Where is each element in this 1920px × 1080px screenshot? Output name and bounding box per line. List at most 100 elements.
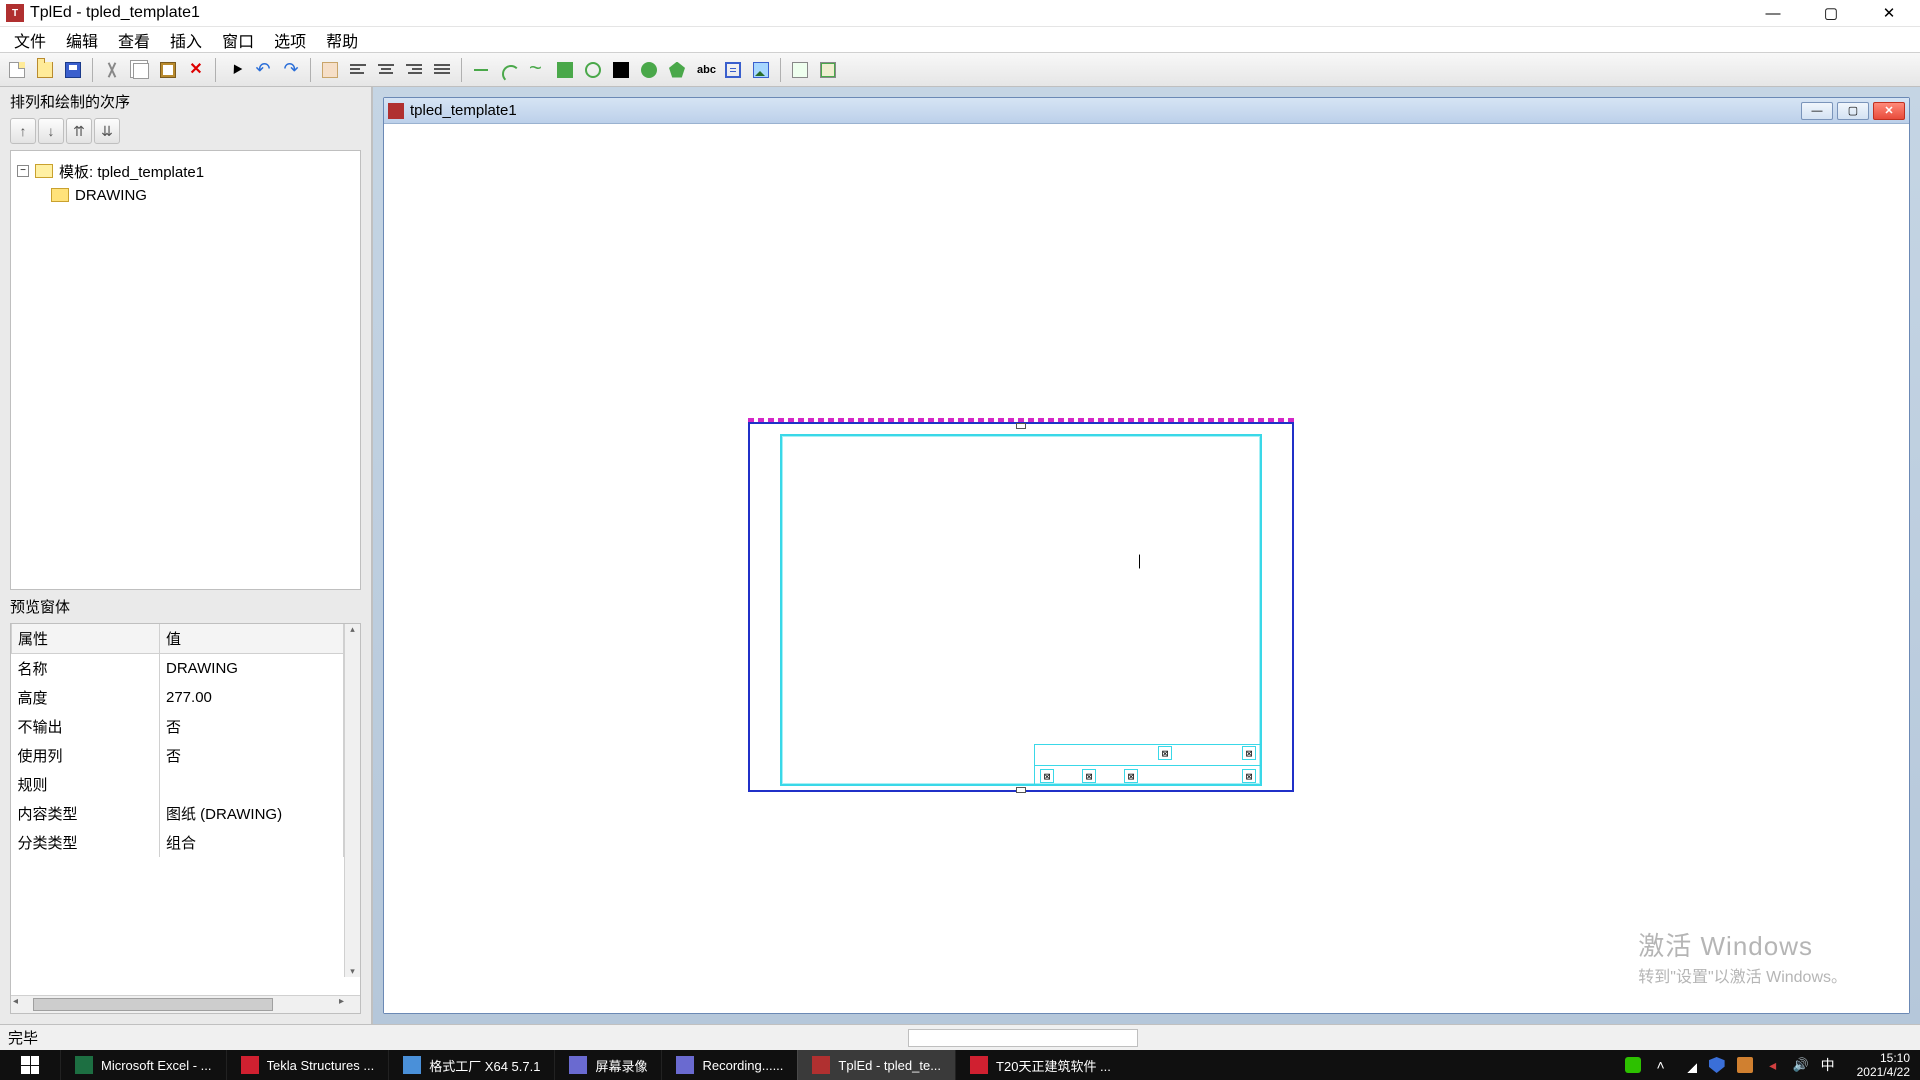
folder-open-icon xyxy=(35,164,53,178)
ime-indicator[interactable]: 中 xyxy=(1821,1055,1835,1075)
taskbar-clock[interactable]: 15:10 2021/4/22 xyxy=(1847,1051,1910,1079)
filled-circle-button[interactable] xyxy=(636,57,662,83)
separator xyxy=(92,58,93,82)
copy-button[interactable] xyxy=(127,57,153,83)
taskbar-item[interactable]: Microsoft Excel - ... xyxy=(60,1050,226,1080)
tree-root[interactable]: − 模板: tpled_template1 xyxy=(17,159,354,183)
volume-icon[interactable]: 🔊 xyxy=(1793,1057,1809,1073)
property-row[interactable]: 不输出否 xyxy=(12,712,344,741)
save-button[interactable] xyxy=(60,57,86,83)
property-row[interactable]: 规则 xyxy=(12,770,344,799)
tray-icon[interactable] xyxy=(1737,1057,1753,1073)
delete-button[interactable]: ✕ xyxy=(183,57,209,83)
move-up-button[interactable]: ↑ xyxy=(10,118,36,144)
tree-child[interactable]: DRAWING xyxy=(17,183,354,207)
new-button[interactable] xyxy=(4,57,30,83)
drawing-canvas[interactable]: ⊠ ⊠ ⊠ ⊠ ⊠ ⊠ 激活 Windows 转到"设置"以激活 Windows… xyxy=(384,124,1909,1013)
polygon-button[interactable] xyxy=(664,57,690,83)
title-block[interactable]: ⊠ ⊠ ⊠ ⊠ ⊠ ⊠ xyxy=(1034,744,1262,786)
select-button[interactable] xyxy=(222,57,248,83)
start-button[interactable] xyxy=(0,1050,60,1080)
maximize-button[interactable]: ▢ xyxy=(1802,1,1860,25)
tb-field[interactable]: ⊠ xyxy=(1242,746,1256,760)
drawing-frame[interactable]: ⊠ ⊠ ⊠ ⊠ ⊠ ⊠ xyxy=(748,422,1294,792)
property-row[interactable]: 使用列否 xyxy=(12,741,344,770)
menu-insert[interactable]: 插入 xyxy=(160,25,212,55)
circle-button[interactable] xyxy=(580,57,606,83)
defender-icon[interactable] xyxy=(1709,1057,1725,1073)
picture-button[interactable] xyxy=(748,57,774,83)
property-value: 否 xyxy=(160,741,344,770)
grid-button[interactable] xyxy=(317,57,343,83)
tree-toggle-icon[interactable]: − xyxy=(17,165,29,177)
taskbar-item[interactable]: 屏幕录像 xyxy=(554,1050,661,1080)
taskbar-app-icon xyxy=(812,1056,830,1074)
curve-button[interactable] xyxy=(524,57,550,83)
field-button[interactable] xyxy=(720,57,746,83)
taskbar-item[interactable]: TplEd - tpled_te... xyxy=(797,1050,955,1080)
menu-file[interactable]: 文件 xyxy=(4,25,56,55)
align-justify-button[interactable] xyxy=(429,57,455,83)
align-center-button[interactable] xyxy=(373,57,399,83)
paste-button[interactable] xyxy=(155,57,181,83)
preview-panel-title: 预览窗体 xyxy=(0,590,371,623)
taskbar-item-label: TplEd - tpled_te... xyxy=(838,1058,941,1073)
taskbar-item[interactable]: T20天正建筑软件 ... xyxy=(955,1050,1125,1080)
minimize-button[interactable]: ― xyxy=(1744,1,1802,25)
tray-up-icon[interactable]: ˄ xyxy=(1653,1057,1669,1073)
taskbar-item[interactable]: Recording...... xyxy=(661,1050,797,1080)
props-vertical-scrollbar[interactable] xyxy=(344,624,360,977)
props-horizontal-scrollbar[interactable] xyxy=(11,995,360,1013)
mdi-close-button[interactable]: ✕ xyxy=(1873,102,1905,120)
tb-field[interactable]: ⊠ xyxy=(1158,746,1172,760)
move-top-button[interactable]: ⇈ xyxy=(66,118,92,144)
property-row[interactable]: 内容类型图纸 (DRAWING) xyxy=(12,799,344,828)
mdi-minimize-button[interactable]: ― xyxy=(1801,102,1833,120)
tray-icon[interactable]: ◂ xyxy=(1765,1057,1781,1073)
save-icon xyxy=(65,62,81,78)
tb-field[interactable]: ⊠ xyxy=(1124,769,1138,783)
statusbar: 完毕 xyxy=(0,1024,1920,1050)
network-icon[interactable] xyxy=(1681,1057,1697,1073)
move-down-button[interactable]: ↓ xyxy=(38,118,64,144)
undo-button[interactable]: ↶ xyxy=(250,57,276,83)
property-row[interactable]: 名称DRAWING xyxy=(12,654,344,684)
line-button[interactable] xyxy=(468,57,494,83)
taskbar-item[interactable]: Tekla Structures ... xyxy=(226,1050,389,1080)
align-right-button[interactable] xyxy=(401,57,427,83)
property-row[interactable]: 高度277.00 xyxy=(12,683,344,712)
object-field2-button[interactable] xyxy=(815,57,841,83)
resize-handle-top[interactable] xyxy=(1016,423,1026,429)
menu-help[interactable]: 帮助 xyxy=(316,25,368,55)
menu-options[interactable]: 选项 xyxy=(264,25,316,55)
rect-button[interactable] xyxy=(552,57,578,83)
mdi-title: tpled_template1 xyxy=(410,102,1801,119)
align-left-button[interactable] xyxy=(345,57,371,83)
folder-icon xyxy=(51,188,69,202)
text-button[interactable]: abc xyxy=(692,57,718,83)
close-button[interactable]: ✕ xyxy=(1860,1,1918,25)
object-field1-button[interactable] xyxy=(787,57,813,83)
taskbar-item[interactable]: 格式工厂 X64 5.7.1 xyxy=(388,1050,554,1080)
menu-view[interactable]: 查看 xyxy=(108,25,160,55)
menu-edit[interactable]: 编辑 xyxy=(56,25,108,55)
scrollbar-thumb[interactable] xyxy=(33,998,273,1011)
taskbar: Microsoft Excel - ...Tekla Structures ..… xyxy=(0,1050,1920,1080)
mdi-titlebar[interactable]: tpled_template1 ― ▢ ✕ xyxy=(384,98,1909,124)
cut-button[interactable] xyxy=(99,57,125,83)
mdi-maximize-button[interactable]: ▢ xyxy=(1837,102,1869,120)
open-button[interactable] xyxy=(32,57,58,83)
property-row[interactable]: 分类类型组合 xyxy=(12,828,344,857)
wechat-icon[interactable] xyxy=(1625,1057,1641,1073)
resize-handle-bottom[interactable] xyxy=(1016,787,1026,793)
curve-icon xyxy=(529,62,545,78)
drawing-inner-border xyxy=(782,436,1260,784)
arc-button[interactable] xyxy=(496,57,522,83)
menu-window[interactable]: 窗口 xyxy=(212,25,264,55)
tb-field[interactable]: ⊠ xyxy=(1242,769,1256,783)
filled-rect-button[interactable] xyxy=(608,57,634,83)
tb-field[interactable]: ⊠ xyxy=(1082,769,1096,783)
redo-button[interactable]: ↷ xyxy=(278,57,304,83)
move-bottom-button[interactable]: ⇊ xyxy=(94,118,120,144)
tb-field[interactable]: ⊠ xyxy=(1040,769,1054,783)
